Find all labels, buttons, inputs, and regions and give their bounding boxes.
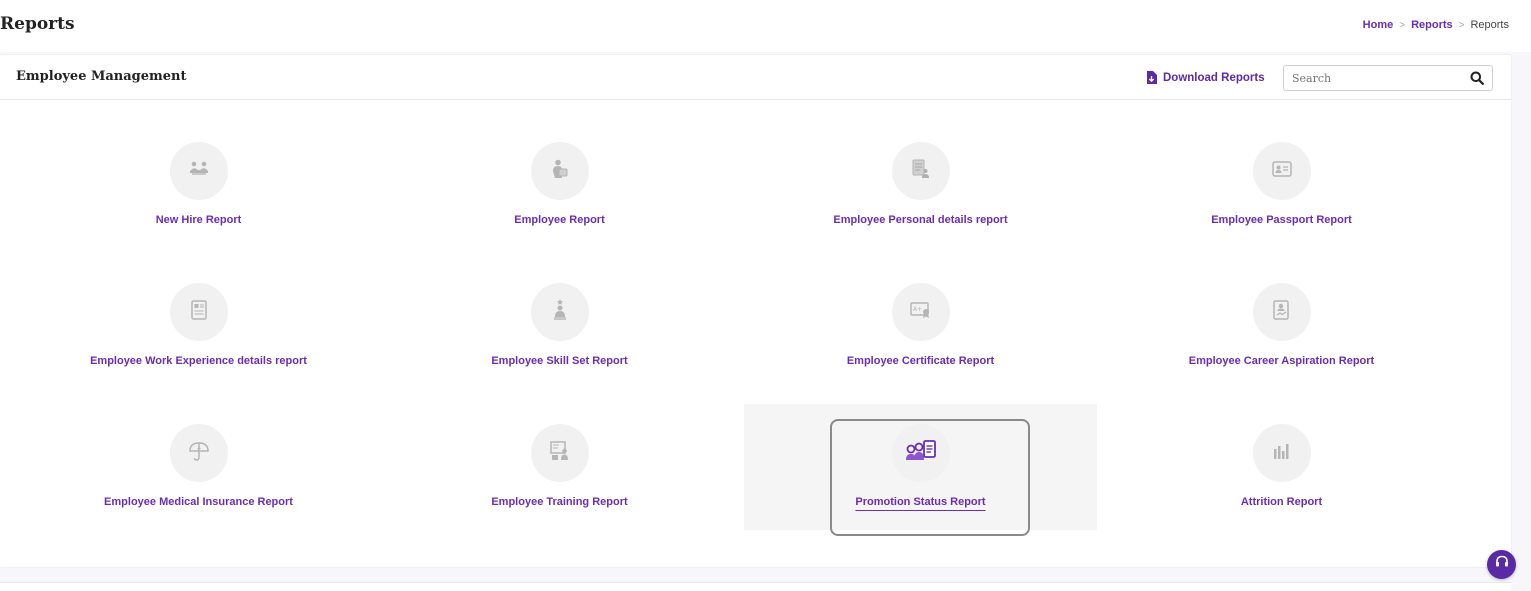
- report-tile-passport[interactable]: Employee Passport Report: [1105, 122, 1458, 248]
- icon-circle: [891, 142, 950, 200]
- report-tile-certificate[interactable]: A+ Employee Certificate Report: [744, 263, 1097, 389]
- download-reports-label: Download Reports: [1163, 71, 1265, 84]
- people-handshake-icon: [188, 161, 210, 182]
- icon-circle: A+: [891, 283, 950, 341]
- employee-id-icon: [552, 159, 568, 184]
- promotion-people-icon: [905, 439, 937, 468]
- icon-circle: [530, 142, 589, 200]
- search-input[interactable]: [1284, 67, 1470, 89]
- report-label: Employee Skill Set Report: [491, 355, 628, 367]
- icon-circle: [891, 424, 950, 482]
- certificate-icon: A+: [909, 301, 932, 323]
- report-label: Employee Work Experience details report: [90, 355, 307, 367]
- page-title: Reports: [0, 14, 75, 34]
- employee-management-card: Employee Management Download Reports Sea…: [0, 55, 1511, 567]
- report-tile-work-experience[interactable]: Employee Work Experience details report: [22, 263, 375, 389]
- icon-circle: [169, 283, 228, 341]
- report-tile-personal-details[interactable]: Employee Personal details report: [744, 122, 1097, 248]
- help-support-button[interactable]: [1487, 550, 1516, 579]
- icon-circle: [169, 142, 228, 200]
- section-title: Employee Management: [16, 69, 187, 84]
- svg-text:A+: A+: [913, 306, 922, 313]
- report-tile-employee[interactable]: Employee Report: [383, 122, 736, 248]
- umbrella-icon: [188, 441, 209, 466]
- report-tile-skill-set[interactable]: Employee Skill Set Report: [383, 263, 736, 389]
- top-bar: Reports Home > Reports > Reports: [0, 0, 1531, 52]
- icon-circle: [530, 283, 589, 341]
- skill-set-icon: [552, 298, 568, 326]
- breadcrumb-current: Reports: [1470, 19, 1509, 31]
- breadcrumb-home[interactable]: Home: [1363, 19, 1394, 31]
- download-file-icon: [1146, 71, 1157, 84]
- icon-circle: [530, 424, 589, 482]
- report-label: Attrition Report: [1240, 496, 1323, 508]
- report-tile-new-hire[interactable]: New Hire Report: [22, 122, 375, 248]
- report-tile-medical-insurance[interactable]: Employee Medical Insurance Report: [22, 404, 375, 530]
- report-tile-career-aspiration[interactable]: Employee Career Aspiration Report: [1105, 263, 1458, 389]
- download-reports-button[interactable]: Download Reports: [1146, 71, 1265, 84]
- report-label: Employee Personal details report: [833, 214, 1008, 226]
- headset-icon: [1495, 555, 1509, 574]
- training-board-icon: [549, 440, 570, 466]
- report-label: Employee Training Report: [491, 496, 628, 508]
- breadcrumb-chevron-icon: >: [1458, 19, 1465, 31]
- report-tile-attrition[interactable]: Attrition Report: [1105, 404, 1458, 530]
- report-grid: New Hire Report Employee Report Employee…: [22, 122, 1458, 536]
- report-label: Employee Certificate Report: [846, 355, 995, 367]
- breadcrumb: Home > Reports > Reports: [1363, 19, 1509, 31]
- report-tile-promotion-status[interactable]: Promotion Status Report: [744, 404, 1097, 536]
- search-box: [1283, 65, 1493, 91]
- breadcrumb-chevron-icon: >: [1399, 19, 1406, 31]
- report-label: Employee Career Aspiration Report: [1188, 355, 1375, 367]
- icon-circle: [1252, 142, 1311, 200]
- bar-chart-icon: [1273, 443, 1291, 464]
- icon-circle: [169, 424, 228, 482]
- report-label: Employee Medical Insurance Report: [104, 496, 293, 508]
- work-experience-icon: [190, 299, 207, 325]
- next-section-card: [0, 582, 1511, 591]
- passport-card-icon: [1271, 160, 1292, 182]
- report-label: Employee Report: [514, 214, 605, 226]
- icon-circle: [1252, 424, 1311, 482]
- report-label: Promotion Status Report: [855, 496, 986, 508]
- search-icon[interactable]: [1470, 71, 1484, 85]
- breadcrumb-reports[interactable]: Reports: [1411, 19, 1453, 31]
- report-label: New Hire Report: [155, 214, 242, 226]
- career-aspiration-icon: [1272, 299, 1291, 325]
- report-label: Employee Passport Report: [1211, 214, 1352, 226]
- personal-details-icon: [912, 159, 930, 184]
- report-tile-training[interactable]: Employee Training Report: [383, 404, 736, 530]
- icon-circle: [1252, 283, 1311, 341]
- reports-page: Reports Home > Reports > Reports Employe…: [0, 0, 1531, 591]
- card-header: Employee Management Download Reports: [0, 55, 1511, 100]
